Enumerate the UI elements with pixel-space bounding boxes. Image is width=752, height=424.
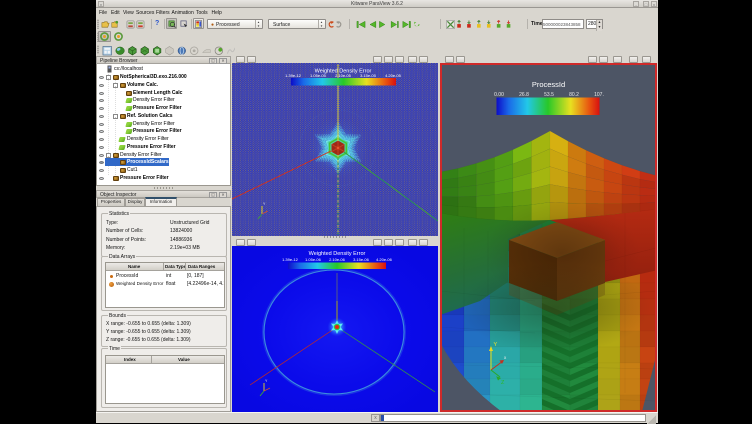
svg-text:2.10e-05: 2.10e-05: [335, 73, 352, 78]
svg-text:2.10e-06: 2.10e-06: [329, 257, 346, 262]
svg-text:1.39e-12: 1.39e-12: [282, 257, 299, 262]
svg-text:107.: 107.: [594, 92, 604, 98]
svg-text:53.5: 53.5: [544, 92, 554, 98]
svg-text:4.20e-06: 4.20e-06: [376, 257, 393, 262]
svg-text:1.05e-06: 1.05e-06: [305, 257, 322, 262]
svg-text:1.05e-05: 1.05e-05: [310, 73, 327, 78]
svg-text:3.15e-06: 3.15e-06: [353, 257, 370, 262]
svg-text:3.15e-05: 3.15e-05: [360, 73, 377, 78]
svg-text:26.8: 26.8: [519, 92, 529, 98]
svg-text:0.00: 0.00: [494, 92, 504, 98]
svg-text:4.20e-05: 4.20e-05: [385, 73, 402, 78]
svg-text:Y: Y: [494, 342, 498, 348]
svg-text:1.39e-12: 1.39e-12: [285, 73, 302, 78]
svg-text:80.2: 80.2: [569, 92, 579, 98]
svg-text:ProcessId: ProcessId: [532, 80, 565, 89]
